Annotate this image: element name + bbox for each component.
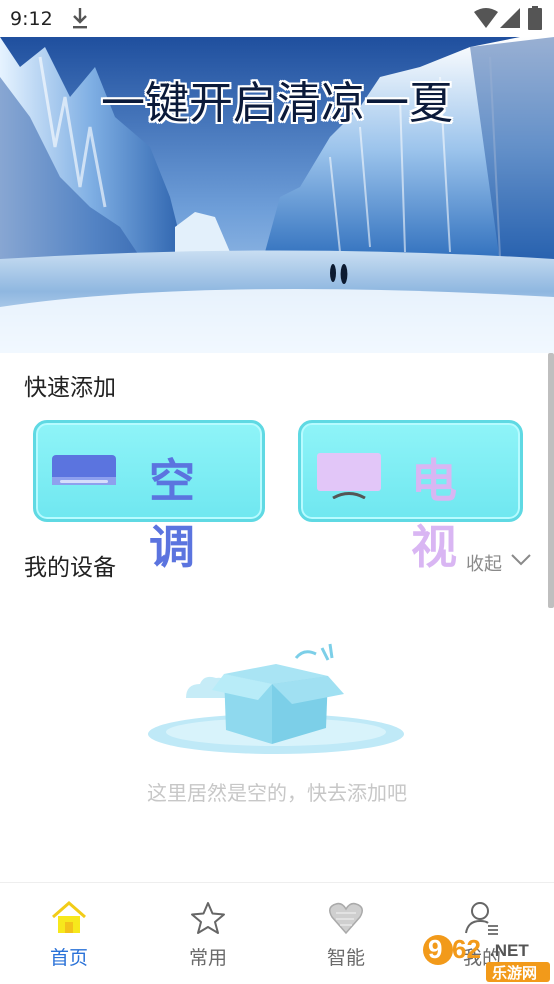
collapse-button[interactable]: 收起: [466, 550, 502, 576]
home-icon: [51, 901, 87, 939]
svg-text:9: 9: [428, 934, 442, 964]
empty-box-icon: [146, 640, 408, 766]
air-conditioner-label: 空调: [149, 454, 209, 574]
banner-title: 一键开启清凉一夏: [101, 78, 453, 129]
signal-icon: [500, 8, 520, 32]
nav-smart[interactable]: 智能: [296, 883, 396, 984]
svg-text:62: 62: [452, 934, 481, 964]
nav-home[interactable]: 首页: [19, 883, 119, 984]
heart-icon: [328, 901, 364, 939]
nav-smart-label: 智能: [326, 947, 365, 969]
empty-state-text: 这里居然是空的，快去添加吧: [147, 781, 407, 805]
nav-common[interactable]: 常用: [158, 883, 258, 984]
scrollbar[interactable]: [548, 353, 554, 608]
battery-icon: [528, 6, 542, 34]
nav-common-label: 常用: [188, 947, 227, 969]
status-time: 9:12: [10, 8, 53, 30]
watermark-logo: 9 62 .NET 乐游网: [416, 932, 554, 984]
star-icon: [190, 901, 226, 939]
add-air-conditioner-button[interactable]: 空调: [33, 420, 265, 574]
quick-add-title: 快速添加: [24, 375, 116, 401]
tv-icon: [317, 453, 381, 503]
banner[interactable]: 一键开启清凉一夏: [0, 37, 554, 353]
download-icon: [70, 6, 90, 34]
air-conditioner-icon: [52, 455, 116, 497]
nav-home-label: 首页: [49, 947, 88, 969]
my-devices-title: 我的设备: [24, 555, 116, 581]
svg-text:.NET: .NET: [490, 941, 529, 960]
svg-text:乐游网: 乐游网: [492, 964, 537, 982]
chevron-down-icon[interactable]: [510, 552, 532, 572]
wifi-icon: [474, 8, 498, 32]
status-bar: 9:12: [0, 0, 554, 37]
add-tv-button[interactable]: 电视: [298, 420, 523, 574]
